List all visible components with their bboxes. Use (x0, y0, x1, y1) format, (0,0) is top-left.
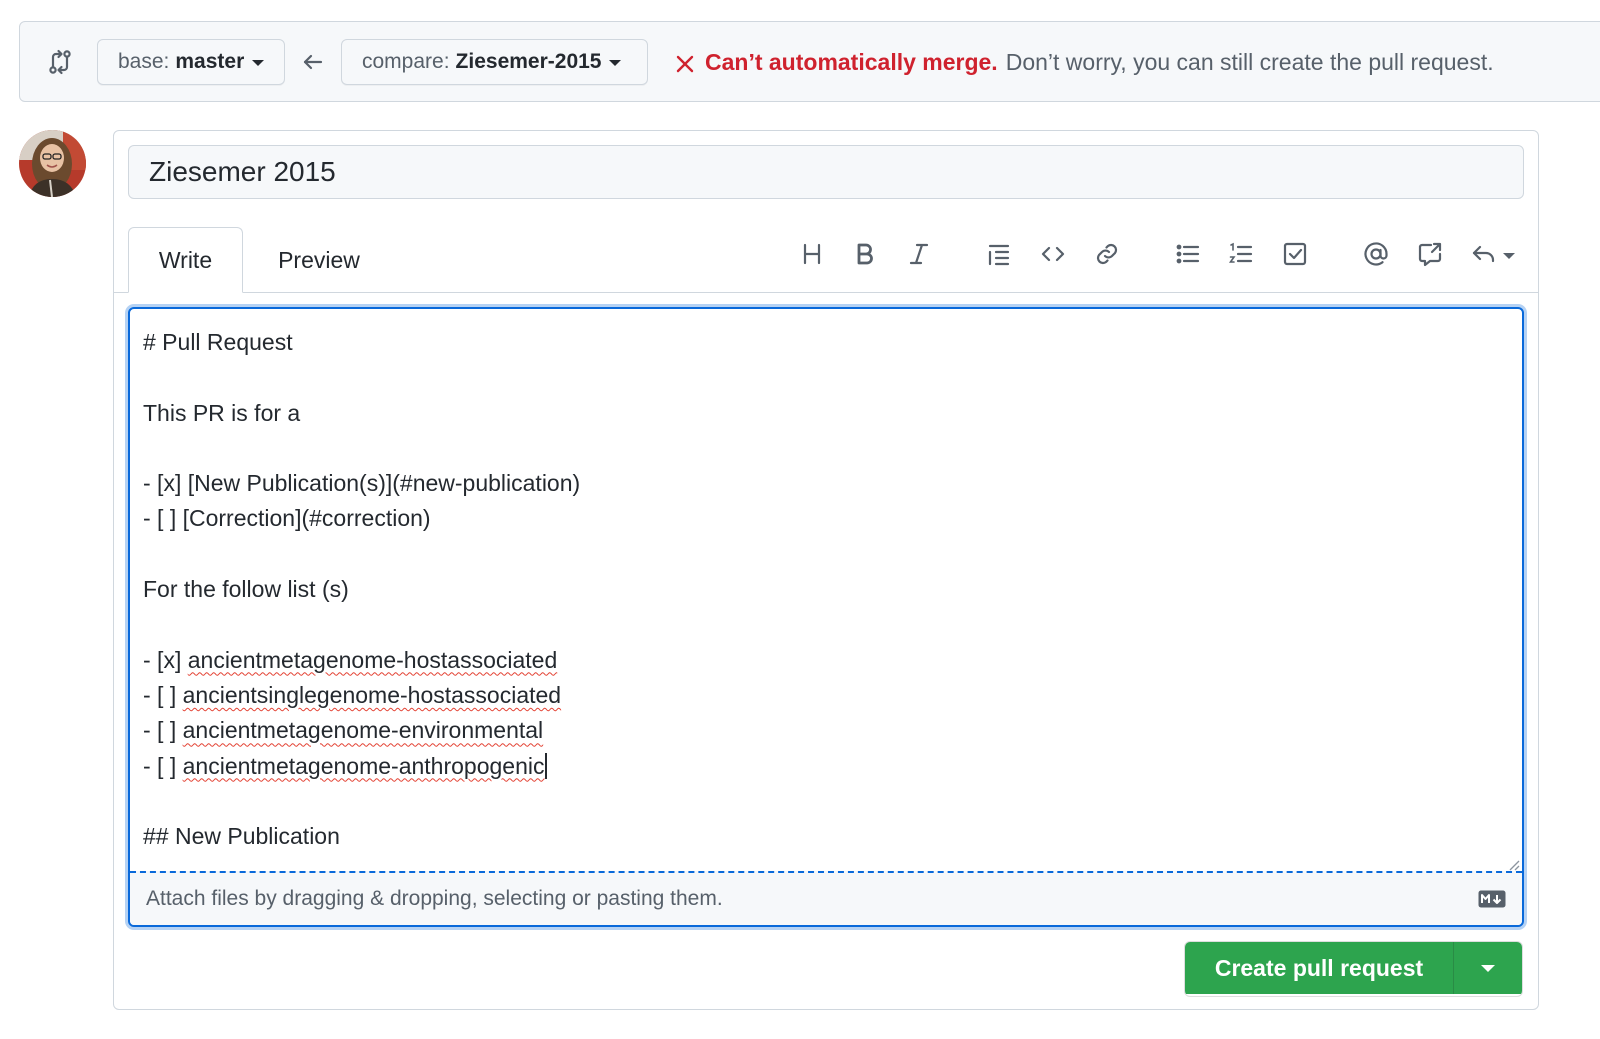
editor-line: # Pull Request (143, 325, 1502, 360)
reply-icon (1471, 241, 1497, 272)
mention-icon (1363, 241, 1389, 272)
code-button[interactable] (1036, 239, 1070, 273)
editor-line: - [ ] ancientsinglegenome-hostassociated (143, 678, 1502, 713)
attach-files-bar[interactable]: Attach files by dragging & dropping, sel… (130, 871, 1522, 925)
heading-icon (799, 241, 825, 272)
editor-line-text: ancientmetagenome-anthropogenic (182, 752, 545, 779)
editor-line: For the follow list (s) (143, 572, 1502, 607)
tab-preview[interactable]: Preview (259, 227, 379, 293)
task-list-button[interactable] (1278, 239, 1312, 273)
quote-button[interactable] (982, 239, 1016, 273)
editor-line: - [ ] ancientmetagenome-environmental (143, 713, 1502, 748)
chevron-down-icon (1481, 964, 1495, 972)
merge-error-text: Can’t automatically merge. (705, 49, 998, 75)
compare-branch-value: Ziesemer-2015 (455, 50, 602, 73)
editor-line-prefix: - [ ] (143, 717, 183, 744)
ordered-list-button[interactable] (1224, 239, 1258, 273)
mention-button[interactable] (1359, 239, 1393, 273)
base-branch-prefix: base: (118, 50, 170, 73)
resize-handle-icon[interactable] (1506, 857, 1520, 871)
create-pull-request-dropdown[interactable] (1453, 942, 1522, 994)
editor-line-prefix: - [x] (143, 646, 188, 673)
merge-hint-text: Don’t worry, you can still create the pu… (1005, 49, 1494, 75)
tab-write[interactable]: Write (128, 227, 243, 293)
editor-line-text: ancientsinglegenome-hostassociated (182, 681, 562, 708)
code-icon (1040, 241, 1066, 272)
merge-status: Can’t automatically merge. Don’t worry, … (675, 49, 1494, 76)
link-button[interactable] (1090, 239, 1124, 273)
editor-line-text: ## New Publication (143, 823, 340, 850)
editor-line: - [ ] ancientmetagenome-anthropogenic (143, 749, 1502, 784)
bold-icon (852, 241, 878, 272)
avatar[interactable] (19, 130, 86, 197)
saved-replies-button[interactable] (1467, 239, 1519, 273)
editor-line-prefix: - [ ] (143, 752, 183, 779)
title-input[interactable] (128, 145, 1524, 199)
pull-request-form: Write Preview (113, 130, 1539, 1010)
editor-line: - [x] [New Publication(s)](#new-publicat… (143, 466, 1502, 501)
heading-button[interactable] (795, 239, 829, 273)
task-list-icon (1282, 241, 1308, 272)
compare-bar: base: master compare: Ziesemer-2015 Can’… (19, 21, 1600, 102)
compare-branch-prefix: compare: (362, 50, 450, 73)
cross-reference-icon (1417, 241, 1443, 272)
chevron-down-icon (1503, 253, 1515, 259)
editor-line: This PR is for a (143, 396, 1502, 431)
bold-button[interactable] (848, 239, 882, 273)
markdown-icon[interactable] (1478, 890, 1506, 908)
create-pull-request-group: Create pull request (1184, 941, 1523, 997)
italic-icon (906, 241, 932, 272)
unordered-list-button[interactable] (1171, 239, 1205, 273)
editor-line-text: ancientmetagenome-environmental (182, 717, 544, 744)
editor-line-text: - [ ] [Correction](#correction) (143, 505, 431, 532)
arrow-left-icon (301, 50, 325, 74)
base-branch-value: master (175, 50, 245, 73)
chevron-down-icon (609, 60, 622, 66)
text-cursor (545, 752, 548, 779)
cross-reference-button[interactable] (1413, 239, 1447, 273)
editor-line-text: - [x] [New Publication(s)](#new-publicat… (143, 470, 581, 497)
compare-branch-select[interactable]: compare: Ziesemer-2015 (341, 39, 648, 85)
chevron-down-icon (252, 60, 265, 66)
x-icon (675, 53, 695, 73)
editor-line: - [x] ancientmetagenome-hostassociated (143, 643, 1502, 678)
editor-line-prefix: - [ ] (143, 681, 183, 708)
editor-line: ## New Publication (143, 819, 1502, 854)
italic-button[interactable] (902, 239, 936, 273)
git-compare-icon (46, 48, 74, 76)
editor-line-text: This PR is for a (143, 399, 301, 426)
attach-files-hint: Attach files by dragging & dropping, sel… (146, 887, 723, 910)
ordered-list-icon (1228, 241, 1254, 272)
editor-line: - [ ] [Correction](#correction) (143, 501, 1502, 536)
editor-line-text: # Pull Request (143, 329, 293, 355)
editor-line-text: For the follow list (s) (143, 576, 349, 603)
body-textarea[interactable]: # Pull Request This PR is for a - [x] [New… (143, 325, 1502, 865)
quote-icon (986, 241, 1012, 272)
unordered-list-icon (1175, 241, 1201, 272)
editor-line-text: ancientmetagenome-hostassociated (187, 646, 558, 673)
link-icon (1094, 241, 1120, 272)
base-branch-select[interactable]: base: master (97, 39, 285, 85)
create-pull-request-button[interactable]: Create pull request (1185, 942, 1453, 994)
body-editor[interactable]: # Pull Request This PR is for a - [x] [New… (128, 307, 1524, 927)
